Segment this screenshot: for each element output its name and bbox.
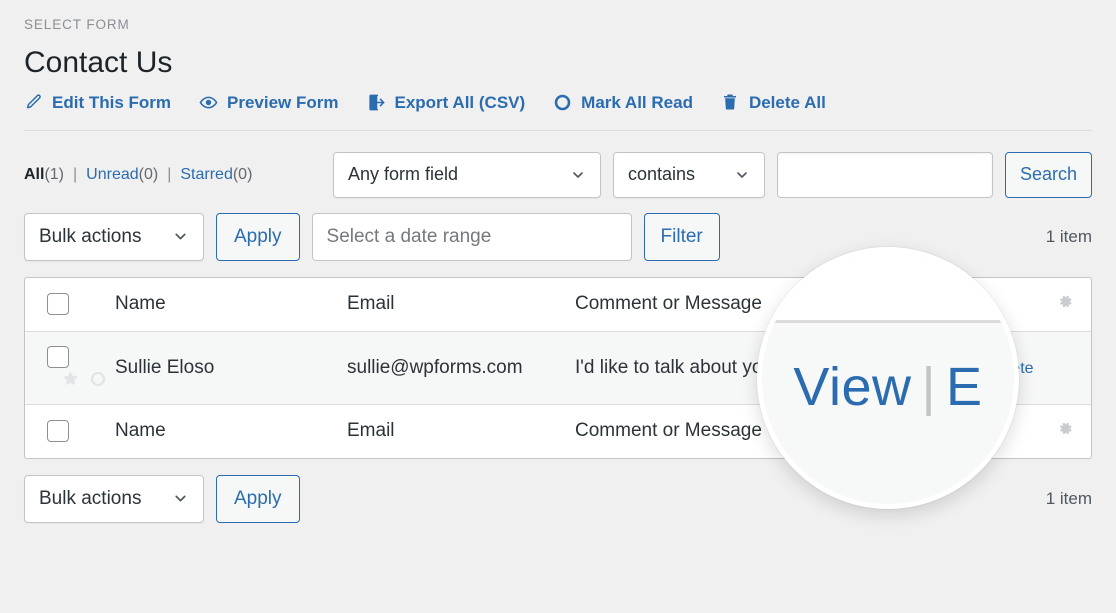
view-filter-starred-count: (0) bbox=[233, 166, 253, 184]
mark-all-read-link[interactable]: Mark All Read bbox=[553, 93, 693, 112]
magnifier-row-actions: View|E bbox=[762, 356, 1014, 418]
circle-outline-icon bbox=[553, 93, 572, 112]
row-select-cell bbox=[25, 331, 115, 404]
column-footer-email[interactable]: Email bbox=[347, 404, 575, 458]
search-compare-select-value: contains bbox=[628, 164, 695, 185]
preview-form-label: Preview Form bbox=[227, 94, 339, 111]
select-form-eyebrow: SELECT FORM bbox=[24, 18, 1116, 32]
search-button[interactable]: Search bbox=[1005, 152, 1092, 198]
magnifier-header-band bbox=[762, 252, 1014, 320]
chevron-down-icon bbox=[172, 490, 189, 507]
gear-icon[interactable] bbox=[1055, 292, 1074, 311]
export-icon bbox=[367, 93, 386, 112]
date-range-input[interactable] bbox=[312, 213, 632, 261]
magnifier-separator: | bbox=[922, 357, 937, 417]
magnifier-view-label[interactable]: View bbox=[793, 357, 911, 417]
row-email: sullie@wpforms.com bbox=[347, 331, 575, 404]
magnifier-loupe: View|E bbox=[757, 247, 1019, 509]
item-count-bottom: 1 item bbox=[1046, 489, 1092, 509]
filter-button[interactable]: Filter bbox=[644, 213, 720, 261]
apply-button-top[interactable]: Apply bbox=[216, 213, 300, 261]
filters-row: All (1) | Unread (0) | Starred (0) Any f… bbox=[0, 131, 1116, 199]
chevron-down-icon bbox=[734, 167, 750, 183]
eye-icon bbox=[199, 93, 218, 112]
view-filter-all-count: (1) bbox=[44, 166, 64, 184]
delete-all-label: Delete All bbox=[749, 94, 826, 111]
magnifier-content: View|E bbox=[762, 252, 1014, 504]
gear-icon[interactable] bbox=[1055, 419, 1074, 438]
pencil-icon bbox=[24, 93, 43, 112]
bulk-actions-select-top-value: Bulk actions bbox=[39, 226, 141, 248]
edit-this-form-label: Edit This Form bbox=[52, 94, 171, 111]
view-filter-starred[interactable]: Starred bbox=[180, 166, 232, 184]
view-separator-2: | bbox=[167, 166, 171, 184]
view-filter-unread-label: Unread bbox=[86, 166, 138, 183]
page-title: Contact Us bbox=[24, 46, 1116, 79]
chevron-down-icon bbox=[570, 167, 586, 183]
column-settings-footer bbox=[1033, 404, 1092, 458]
trash-icon bbox=[721, 93, 740, 112]
row-indicators bbox=[61, 369, 107, 388]
search-input[interactable] bbox=[777, 152, 993, 198]
view-filter-all[interactable]: All bbox=[24, 166, 44, 184]
column-header-email[interactable]: Email bbox=[347, 278, 575, 332]
column-settings-header bbox=[1033, 278, 1092, 332]
search-compare-select[interactable]: contains bbox=[613, 152, 765, 198]
preview-form-link[interactable]: Preview Form bbox=[199, 93, 339, 112]
search-group: Any form field contains Search bbox=[333, 152, 1092, 198]
bulk-actions-select-bottom[interactable]: Bulk actions bbox=[24, 475, 204, 523]
row-settings-cell bbox=[1033, 331, 1092, 404]
search-field-select-value: Any form field bbox=[348, 164, 458, 185]
apply-button-bottom[interactable]: Apply bbox=[216, 475, 300, 523]
entries-page: SELECT FORM Contact Us Edit This Form bbox=[0, 0, 1116, 613]
column-header-name[interactable]: Name bbox=[115, 278, 347, 332]
view-filter-all-label: All bbox=[24, 166, 44, 183]
view-separator-1: | bbox=[73, 166, 77, 184]
view-filter-unread-count: (0) bbox=[139, 166, 159, 184]
row-checkbox[interactable] bbox=[47, 346, 69, 368]
bulk-actions-select-bottom-value: Bulk actions bbox=[39, 488, 141, 510]
delete-all-link[interactable]: Delete All bbox=[721, 93, 826, 112]
select-all-footer bbox=[25, 404, 115, 458]
view-filter-links: All (1) | Unread (0) | Starred (0) bbox=[24, 166, 252, 184]
bulk-actions-select-top[interactable]: Bulk actions bbox=[24, 213, 204, 261]
form-action-bar: Edit This Form Preview Form bbox=[24, 93, 1116, 130]
view-filter-starred-label: Starred bbox=[180, 166, 232, 183]
row-name: Sullie Eloso bbox=[115, 331, 347, 404]
select-all-header bbox=[25, 278, 115, 332]
export-all-csv-link[interactable]: Export All (CSV) bbox=[367, 93, 526, 112]
view-filter-unread[interactable]: Unread bbox=[86, 166, 138, 184]
select-all-checkbox-bottom[interactable] bbox=[47, 420, 69, 442]
mark-all-read-label: Mark All Read bbox=[581, 94, 693, 111]
item-count-top: 1 item bbox=[1046, 227, 1092, 247]
select-all-checkbox-top[interactable] bbox=[47, 293, 69, 315]
export-all-csv-label: Export All (CSV) bbox=[395, 94, 526, 111]
column-footer-name[interactable]: Name bbox=[115, 404, 347, 458]
unread-circle-icon[interactable] bbox=[89, 370, 107, 388]
magnifier-edit-label[interactable]: E bbox=[946, 357, 983, 417]
page-header: SELECT FORM Contact Us Edit This Form bbox=[0, 0, 1116, 130]
chevron-down-icon bbox=[172, 228, 189, 245]
edit-this-form-link[interactable]: Edit This Form bbox=[24, 93, 171, 112]
magnifier-row-divider bbox=[762, 320, 1014, 323]
star-icon[interactable] bbox=[61, 369, 80, 388]
search-field-select[interactable]: Any form field bbox=[333, 152, 601, 198]
